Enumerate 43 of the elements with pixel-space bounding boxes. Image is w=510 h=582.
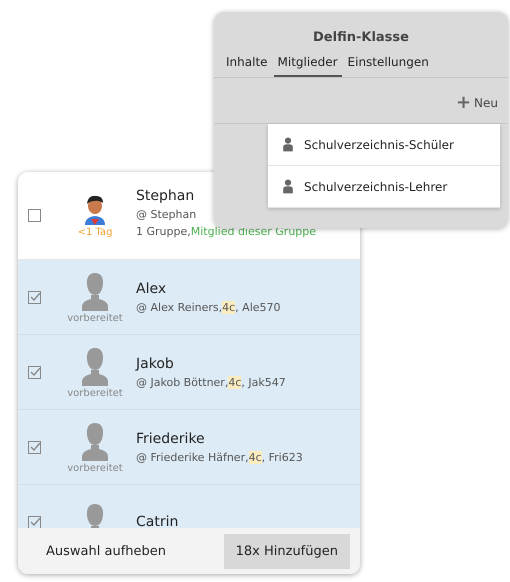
checkbox[interactable] [28,440,41,454]
tab[interactable]: Inhalte [222,53,272,77]
tab[interactable]: Mitglieder [274,53,342,77]
member-status: vorbereitet [67,312,123,324]
member-row[interactable]: vorbereitet Jakob @ Jakob Böttner,4c, Jak547 [18,335,360,410]
group-count: 1 Gruppe, [136,224,191,238]
avatar [80,346,110,386]
member-code: , Ale570 [235,300,281,314]
member-status: vorbereitet [67,462,123,474]
tab[interactable]: Einstellungen [344,53,433,77]
member-code: , Fri623 [262,450,303,464]
checkbox[interactable] [28,209,41,222]
clear-selection-button[interactable]: Auswahl aufheben [34,534,178,568]
add-button[interactable]: 18x Hinzufügen [224,534,350,568]
member-handle: @ Alex Reiners, [136,300,222,314]
class-tag: 4c [222,300,236,314]
member-status: <1 Tag [78,227,112,238]
member-row[interactable]: vorbereitet Alex @ Alex Reiners,4c, Ale570 [18,260,360,335]
menu-item[interactable]: Schulverzeichnis-Schüler [268,124,500,166]
member-name: Stephan [136,188,194,204]
menu-item[interactable]: Schulverzeichnis-Lehrer [268,166,500,208]
person-icon [282,137,294,152]
member-handle: @ Stephan [136,208,196,220]
avatar [80,270,110,310]
member-name: Jakob [136,356,174,372]
avatar [82,193,108,225]
checkbox[interactable] [28,290,41,304]
member-row[interactable]: vorbereitet Friederike @ Friederike Häfner,4c, Fri623 [18,410,360,485]
member-name: Friederike [136,430,205,446]
member-code: , Jak547 [241,376,286,388]
dialog-title: Delfin-Klasse [312,29,410,45]
new-button[interactable]: + Neu [456,92,498,113]
class-tag: 4c [228,376,242,388]
person-icon [282,179,294,194]
member-name: Catrin [136,514,178,528]
member-status: vorbereitet [67,388,123,398]
member-name: Alex [136,280,166,296]
avatar [80,420,110,460]
member-handle: @ Friederike Häfner, [136,450,249,464]
checkbox[interactable] [28,366,41,378]
member-handle: @ Jakob Böttner, [136,376,228,388]
member-row[interactable]: Catrin [18,485,360,528]
class-tag: 4c [248,450,262,464]
